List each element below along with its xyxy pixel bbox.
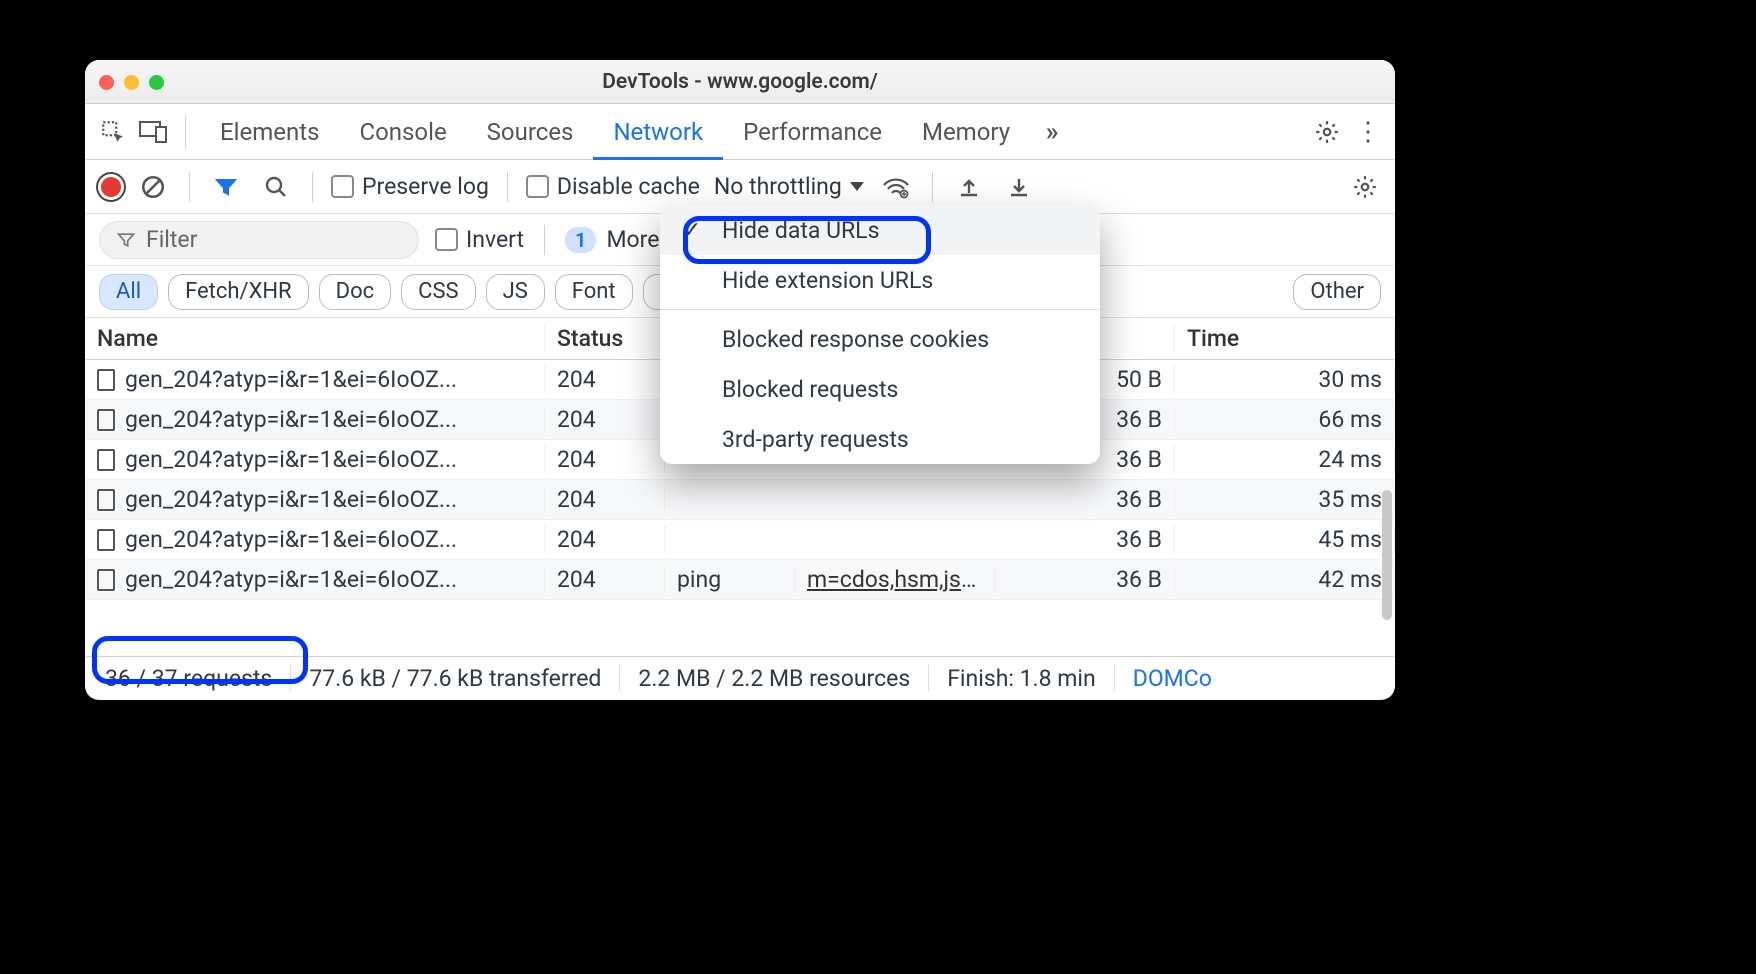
menu-item-label: Hide extension URLs xyxy=(722,267,933,294)
preserve-log-checkbox[interactable]: Preserve log xyxy=(331,173,489,200)
tab-network[interactable]: Network xyxy=(593,104,723,160)
table-row[interactable]: gen_204?atyp=i&r=1&ei=6IoOZ...20436 B35 … xyxy=(85,480,1395,520)
menu-item-label: Blocked requests xyxy=(722,376,898,403)
disable-cache-checkbox[interactable]: Disable cache xyxy=(526,173,700,200)
menu-item-blocked-requests[interactable]: Blocked requests xyxy=(660,364,1100,414)
col-name[interactable]: Name xyxy=(85,325,545,352)
status-bar: 36 / 37 requests 77.6 kB / 77.6 kB trans… xyxy=(85,656,1395,700)
more-filters-dropdown: ✓ Hide data URLs Hide extension URLs Blocke… xyxy=(660,205,1100,464)
disable-cache-label: Disable cache xyxy=(557,173,700,200)
preserve-log-label: Preserve log xyxy=(362,173,489,200)
menu-item-label: Blocked response cookies xyxy=(722,326,989,353)
import-har-icon[interactable] xyxy=(951,169,987,205)
menu-item-blocked-response-cookies[interactable]: Blocked response cookies xyxy=(660,314,1100,364)
status-domcontent[interactable]: DOMCo xyxy=(1115,665,1230,692)
funnel-icon xyxy=(116,230,136,250)
search-icon[interactable] xyxy=(258,169,294,205)
menu-item-hide-data-urls[interactable]: ✓ Hide data URLs xyxy=(660,205,1100,255)
checkbox-icon xyxy=(435,228,458,251)
separator xyxy=(185,115,186,149)
separator xyxy=(507,172,508,202)
separator xyxy=(932,172,933,202)
check-icon: ✓ xyxy=(680,218,704,243)
invert-checkbox[interactable]: Invert xyxy=(435,226,524,253)
settings-gear-icon[interactable] xyxy=(1309,114,1345,150)
file-icon xyxy=(97,409,115,431)
chip-js[interactable]: JS xyxy=(486,274,545,310)
chip-fetch-xhr[interactable]: Fetch/XHR xyxy=(168,274,309,310)
separator xyxy=(312,172,313,202)
col-time[interactable]: Time xyxy=(1175,325,1395,352)
chip-all[interactable]: All xyxy=(99,274,158,310)
status-transferred: 77.6 kB / 77.6 kB transferred xyxy=(291,665,620,692)
throttling-select[interactable]: No throttling xyxy=(714,173,864,200)
tab-performance[interactable]: Performance xyxy=(723,104,902,160)
file-icon xyxy=(97,569,115,591)
close-window-button[interactable] xyxy=(99,75,114,90)
tab-memory[interactable]: Memory xyxy=(902,104,1030,160)
menu-item-3rd-party-requests[interactable]: 3rd-party requests xyxy=(660,414,1100,464)
separator xyxy=(544,225,545,255)
maximize-window-button[interactable] xyxy=(149,75,164,90)
more-filters-count-badge: 1 xyxy=(565,227,596,253)
menu-item-label: 3rd-party requests xyxy=(722,426,909,453)
menu-item-label: Hide data URLs xyxy=(722,217,879,244)
record-button[interactable] xyxy=(97,177,121,197)
file-icon xyxy=(97,489,115,511)
more-tabs-icon[interactable]: » xyxy=(1034,114,1070,150)
checkbox-icon xyxy=(526,175,549,198)
panel-tabs-row: ElementsConsoleSourcesNetworkPerformance… xyxy=(85,104,1395,160)
status-resources: 2.2 MB / 2.2 MB resources xyxy=(620,665,929,692)
status-requests: 36 / 37 requests xyxy=(101,665,291,692)
chip-other[interactable]: Other xyxy=(1293,274,1381,310)
kebab-menu-icon[interactable]: ⋮ xyxy=(1349,114,1385,150)
menu-separator xyxy=(660,309,1100,310)
inspect-element-icon[interactable] xyxy=(95,114,131,150)
clear-log-icon[interactable] xyxy=(135,169,171,205)
throttling-label: No throttling xyxy=(714,173,842,200)
minimize-window-button[interactable] xyxy=(124,75,139,90)
export-har-icon[interactable] xyxy=(1001,169,1037,205)
menu-item-hide-extension-urls[interactable]: Hide extension URLs xyxy=(660,255,1100,305)
col-status[interactable]: Status xyxy=(545,325,665,352)
table-row[interactable]: gen_204?atyp=i&r=1&ei=6IoOZ...204pingm=c… xyxy=(85,560,1395,600)
chevron-down-icon xyxy=(850,182,864,191)
traffic-lights xyxy=(99,60,164,104)
network-conditions-icon[interactable] xyxy=(878,169,914,205)
status-finish: Finish: 1.8 min xyxy=(929,665,1115,692)
tab-sources[interactable]: Sources xyxy=(467,104,594,160)
device-toggle-icon[interactable] xyxy=(135,114,171,150)
filter-toggle-icon[interactable] xyxy=(208,169,244,205)
titlebar: DevTools - www.google.com/ xyxy=(85,60,1395,104)
devtools-window: DevTools - www.google.com/ ElementsConso… xyxy=(85,60,1395,700)
chip-doc[interactable]: Doc xyxy=(319,274,392,310)
filter-input[interactable]: Filter xyxy=(99,221,419,259)
table-row[interactable]: gen_204?atyp=i&r=1&ei=6IoOZ...20436 B45 … xyxy=(85,520,1395,560)
chip-css[interactable]: CSS xyxy=(401,274,475,310)
chip-font[interactable]: Font xyxy=(555,274,633,310)
filter-placeholder: Filter xyxy=(146,226,197,253)
invert-label: Invert xyxy=(466,226,524,253)
file-icon xyxy=(97,369,115,391)
checkbox-icon xyxy=(331,175,354,198)
tab-elements[interactable]: Elements xyxy=(200,104,339,160)
file-icon xyxy=(97,449,115,471)
tab-console[interactable]: Console xyxy=(339,104,466,160)
window-title: DevTools - www.google.com/ xyxy=(85,70,1395,94)
file-icon xyxy=(97,529,115,551)
scrollbar[interactable] xyxy=(1382,490,1392,620)
network-settings-gear-icon[interactable] xyxy=(1347,169,1383,205)
separator xyxy=(189,172,190,202)
